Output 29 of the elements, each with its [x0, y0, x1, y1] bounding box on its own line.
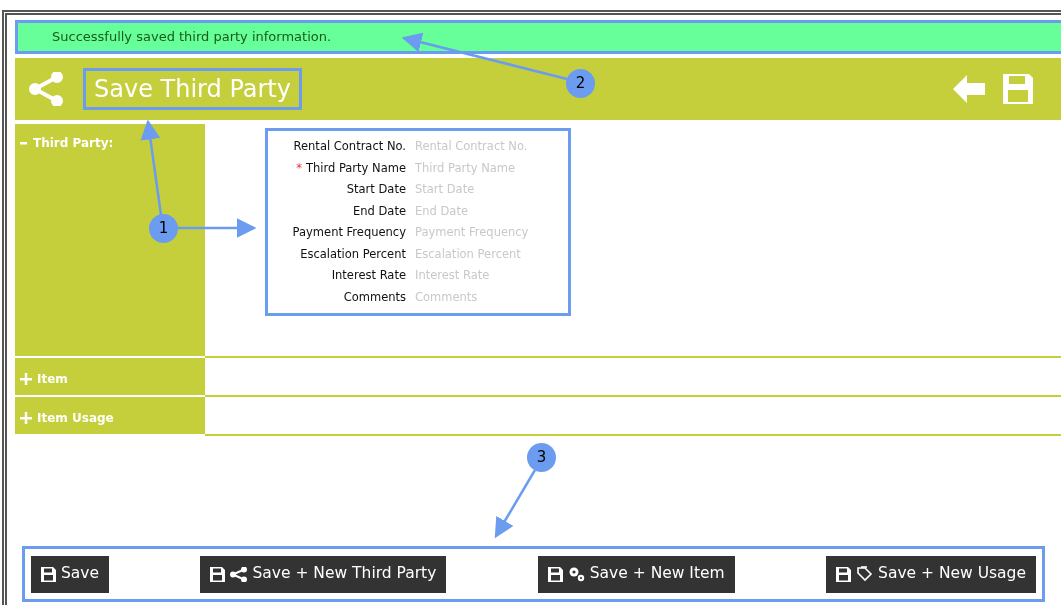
field-label: Third Party Name: [305, 159, 406, 177]
save-icon[interactable]: [1001, 72, 1035, 106]
field-label: Comments: [343, 288, 406, 306]
save-icon: [210, 566, 226, 582]
tags-icon: [856, 566, 874, 582]
save-icon: [836, 566, 852, 582]
success-message: Successfully saved third party information.: [52, 28, 332, 47]
save-button[interactable]: Save + New Third Party: [200, 555, 447, 593]
required-mark: *: [296, 159, 302, 177]
page-title: Save Third Party: [94, 74, 291, 105]
gears-icon: [567, 566, 585, 582]
field-label: End Date: [353, 202, 406, 220]
callout-number: 3: [527, 443, 556, 472]
save-button[interactable]: Save: [31, 555, 110, 593]
share-icon: [230, 566, 248, 582]
field-label: Rental Contract No.: [293, 138, 406, 156]
back-arrow-icon[interactable]: [951, 73, 987, 105]
field-label: Payment Frequency: [292, 224, 406, 242]
plus-icon: [20, 373, 32, 385]
plus-icon: [20, 412, 32, 424]
field-label: Escalation Percent: [300, 245, 406, 263]
save-icon: [41, 566, 56, 582]
save-button[interactable]: Save + New Usage: [826, 555, 1036, 593]
field-label: Start Date: [346, 181, 406, 199]
share-icon: [27, 72, 65, 106]
leader-line: [494, 469, 537, 539]
save-icon: [547, 566, 563, 582]
save-button[interactable]: Save + New Item: [537, 555, 735, 593]
field-label: Interest Rate: [331, 267, 406, 285]
